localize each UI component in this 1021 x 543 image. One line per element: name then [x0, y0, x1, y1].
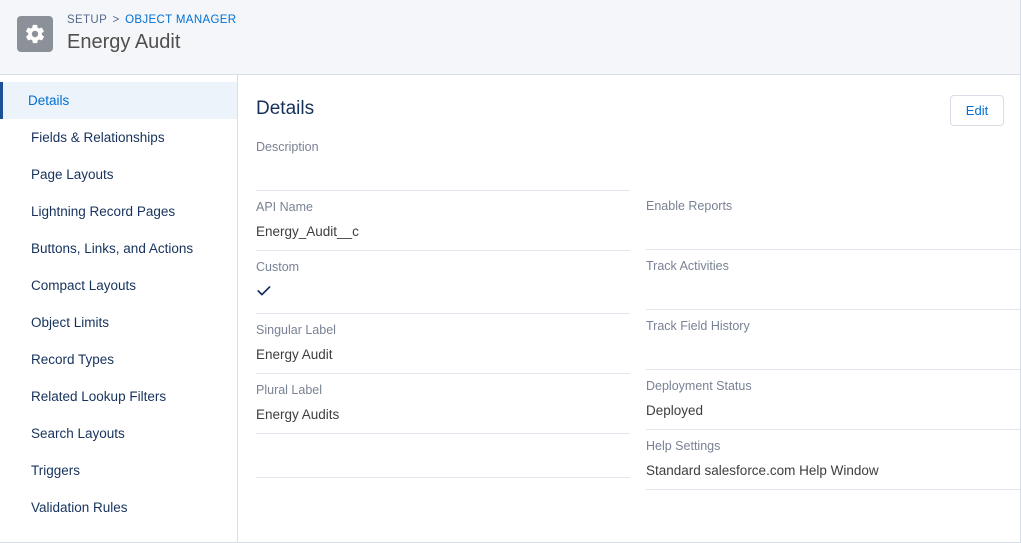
- field-deployment-status: Deployment Status Deployed: [646, 370, 1020, 430]
- field-label: Plural Label: [256, 383, 323, 397]
- sidebar-item-label: Lightning Record Pages: [31, 204, 176, 219]
- field-label: Enable Reports: [646, 199, 733, 213]
- sidebar-item-label: Record Types: [31, 352, 115, 367]
- edit-button[interactable]: Edit: [950, 95, 1004, 126]
- field-value: Energy Audits: [256, 407, 340, 422]
- field-value: [646, 163, 1020, 181]
- gear-icon: [17, 15, 53, 52]
- sidebar-item-triggers[interactable]: Triggers: [0, 452, 237, 489]
- sidebar-item-label: Validation Rules: [31, 500, 128, 515]
- field-plural-label: Plural Label Energy Audits: [256, 374, 630, 434]
- field-value: [646, 282, 1020, 300]
- field-column-right: Enable Reports Track Activities Track Fi…: [646, 131, 1020, 490]
- sidebar-item-label: Triggers: [31, 463, 81, 478]
- sidebar-item-label: Object Limits: [31, 315, 110, 330]
- breadcrumb-setup: SETUP: [67, 14, 107, 26]
- section-title: Details: [256, 98, 315, 119]
- sidebar-item-label: Search Layouts: [31, 426, 125, 441]
- field-right-offset: [646, 131, 1020, 190]
- field-track-field-history: Track Field History: [646, 310, 1020, 370]
- field-value: Energy Audit: [256, 347, 333, 362]
- field-grid: Description API Name Energy_Audit__c Cus…: [239, 131, 1020, 490]
- field-label: Singular Label: [256, 323, 336, 337]
- field-api-name: API Name Energy_Audit__c: [256, 191, 630, 251]
- sidebar-item-object-limits[interactable]: Object Limits: [0, 304, 237, 341]
- field-value: Deployed: [646, 403, 704, 418]
- field-label: API Name: [256, 200, 313, 214]
- field-custom: Custom: [256, 251, 630, 314]
- field-column-left: Description API Name Energy_Audit__c Cus…: [256, 131, 630, 490]
- sidebar-item-validation-rules[interactable]: Validation Rules: [0, 489, 237, 526]
- breadcrumb-separator: >: [112, 14, 120, 26]
- field-value: [256, 283, 630, 304]
- page-header: SETUP > OBJECT MANAGER Energy Audit: [0, 0, 1020, 75]
- sidebar-item-record-types[interactable]: Record Types: [0, 341, 237, 378]
- sidebar-item-details[interactable]: Details: [0, 82, 237, 119]
- breadcrumb: SETUP > OBJECT MANAGER: [67, 13, 236, 30]
- header-text: SETUP > OBJECT MANAGER Energy Audit: [67, 13, 236, 54]
- sidebar-item-related-lookup-filters[interactable]: Related Lookup Filters: [0, 378, 237, 415]
- sidebar-item-search-layouts[interactable]: Search Layouts: [0, 415, 237, 452]
- breadcrumb-object-manager-link[interactable]: OBJECT MANAGER: [125, 14, 236, 26]
- field-help-settings: Help Settings Standard salesforce.com He…: [646, 430, 1020, 490]
- field-label: Deployment Status: [646, 379, 752, 393]
- sidebar-item-label: Page Layouts: [31, 167, 114, 182]
- sidebar-item-label: Related Lookup Filters: [31, 389, 167, 404]
- page-title: Energy Audit: [67, 31, 181, 53]
- field-label: Help Settings: [646, 439, 721, 453]
- sidebar-item-buttons-links-actions[interactable]: Buttons, Links, and Actions: [0, 230, 237, 267]
- field-value: [646, 222, 1020, 240]
- field-label: Track Activities: [646, 259, 729, 273]
- sidebar-item-compact-layouts[interactable]: Compact Layouts: [0, 267, 237, 304]
- details-panel-header: Details Edit: [239, 75, 1020, 131]
- sidebar-item-lightning-record-pages[interactable]: Lightning Record Pages: [0, 193, 237, 230]
- field-enable-reports: Enable Reports: [646, 190, 1020, 250]
- sidebar-item-label: Details: [28, 93, 70, 108]
- sidebar-item-label: Fields & Relationships: [31, 130, 165, 145]
- field-description: Description: [256, 131, 630, 191]
- field-label: Description: [256, 140, 319, 154]
- object-manager-page: SETUP > OBJECT MANAGER Energy Audit Deta…: [0, 0, 1021, 543]
- field-blank-left: [256, 434, 630, 478]
- field-label: Track Field History: [646, 319, 750, 333]
- sidebar-item-fields-relationships[interactable]: Fields & Relationships: [0, 119, 237, 156]
- sidebar-item-label: Buttons, Links, and Actions: [31, 241, 194, 256]
- field-value: Energy_Audit__c: [256, 224, 359, 239]
- field-value: [646, 342, 1020, 360]
- field-label: Custom: [256, 260, 300, 274]
- sidebar-navigation: Details Fields & Relationships Page Layo…: [0, 75, 238, 542]
- sidebar-item-page-layouts[interactable]: Page Layouts: [0, 156, 237, 193]
- field-singular-label: Singular Label Energy Audit: [256, 314, 630, 374]
- header-inner: SETUP > OBJECT MANAGER Energy Audit: [0, 0, 1020, 54]
- check-icon: [256, 283, 272, 304]
- details-panel: Details Edit Description API Name Energy…: [239, 75, 1020, 542]
- field-track-activities: Track Activities: [646, 250, 1020, 310]
- field-value: [256, 163, 630, 181]
- field-value: Standard salesforce.com Help Window: [646, 463, 879, 478]
- sidebar-item-label: Compact Layouts: [31, 278, 137, 293]
